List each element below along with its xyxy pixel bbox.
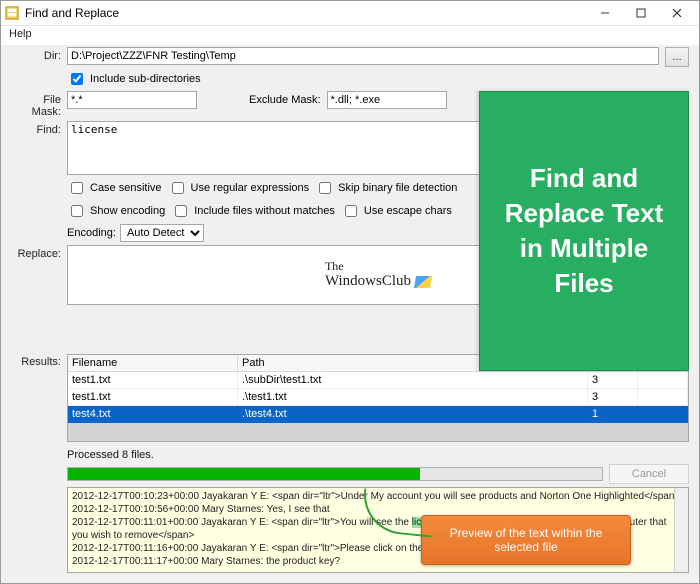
include-sub-checkbox[interactable]: Include sub-directories (67, 70, 201, 88)
progress-fill (68, 468, 420, 480)
file-mask-label: File Mask: (11, 91, 61, 118)
cell-filename: test1.txt (68, 372, 238, 389)
skip-binary-label: Skip binary file detection (338, 182, 457, 194)
progress-row: Cancel (11, 464, 689, 484)
include-no-match-checkbox[interactable]: Include files without matches (171, 202, 335, 220)
browse-button[interactable]: ... (665, 47, 689, 67)
dir-label: Dir: (11, 47, 61, 62)
logo-text-b: WindowsClub (325, 273, 411, 290)
skip-binary-checkbox[interactable]: Skip binary file detection (315, 179, 457, 197)
exclude-mask-input[interactable] (327, 91, 447, 109)
cell-filename: test4.txt (68, 406, 238, 423)
col-filename[interactable]: Filename (68, 355, 238, 371)
cell-matches: 1 (588, 406, 638, 423)
results-label: Results: (11, 354, 61, 368)
encoding-label: Encoding: (67, 227, 116, 239)
window-title: Find and Replace (25, 6, 119, 20)
include-no-match-label: Include files without matches (194, 205, 335, 217)
use-regex-label: Use regular expressions (191, 182, 310, 194)
cell-path: .\test4.txt (238, 406, 588, 423)
dir-input[interactable] (67, 47, 659, 65)
cell-matches: 3 (588, 372, 638, 389)
results-body: test1.txt.\subDir\test1.txt3test1.txt.\t… (68, 372, 688, 423)
find-label: Find: (11, 121, 61, 136)
cell-path: .\subDir\test1.txt (238, 372, 588, 389)
content-area: Dir: ... Include sub-directories File Ma… (1, 45, 699, 583)
app-icon (5, 6, 19, 20)
include-sub-label: Include sub-directories (90, 73, 201, 85)
overlay-banner: Find and Replace Text in Multiple Files (479, 91, 689, 371)
table-row[interactable]: test4.txt.\test4.txt1 (68, 406, 688, 423)
progress-bar (67, 467, 603, 481)
cell-path: .\test1.txt (238, 389, 588, 406)
results-empty-area (68, 423, 688, 441)
encoding-select[interactable]: Auto Detect (120, 224, 204, 242)
dir-row: Dir: ... (11, 47, 689, 67)
case-sensitive-label: Case sensitive (90, 182, 162, 194)
use-regex-checkbox[interactable]: Use regular expressions (168, 179, 310, 197)
cancel-button[interactable]: Cancel (609, 464, 689, 484)
case-sensitive-checkbox[interactable]: Case sensitive (67, 179, 162, 197)
preview-scrollbar[interactable] (674, 488, 688, 572)
table-row[interactable]: test1.txt.\test1.txt3 (68, 389, 688, 406)
maximize-button[interactable] (623, 1, 659, 25)
processed-text: Processed 8 files. (11, 449, 689, 461)
replace-label: Replace: (11, 245, 61, 260)
show-encoding-checkbox[interactable]: Show encoding (67, 202, 165, 220)
cell-error (638, 372, 688, 389)
titlebar: Find and Replace (1, 1, 699, 26)
show-encoding-label: Show encoding (90, 205, 165, 217)
close-button[interactable] (659, 1, 695, 25)
preview-callout: Preview of the text within the selected … (421, 515, 631, 565)
include-sub-row: Include sub-directories (11, 70, 689, 88)
table-row[interactable]: test1.txt.\subDir\test1.txt3 (68, 372, 688, 389)
cell-filename: test1.txt (68, 389, 238, 406)
menubar: Help (1, 26, 699, 45)
use-escape-label: Use escape chars (364, 205, 452, 217)
logo-text-a: The (325, 260, 431, 273)
cell-matches: 3 (588, 389, 638, 406)
include-sub-check-input[interactable] (71, 73, 83, 85)
menu-help[interactable]: Help (9, 28, 32, 40)
cell-error (638, 406, 688, 423)
flag-icon (414, 276, 432, 288)
cell-error (638, 389, 688, 406)
app-window: Find and Replace Help Dir: ... Include s… (0, 0, 700, 584)
file-mask-input[interactable] (67, 91, 197, 109)
minimize-button[interactable] (587, 1, 623, 25)
use-escape-checkbox[interactable]: Use escape chars (341, 202, 452, 220)
exclude-mask-label: Exclude Mask: (249, 91, 321, 106)
